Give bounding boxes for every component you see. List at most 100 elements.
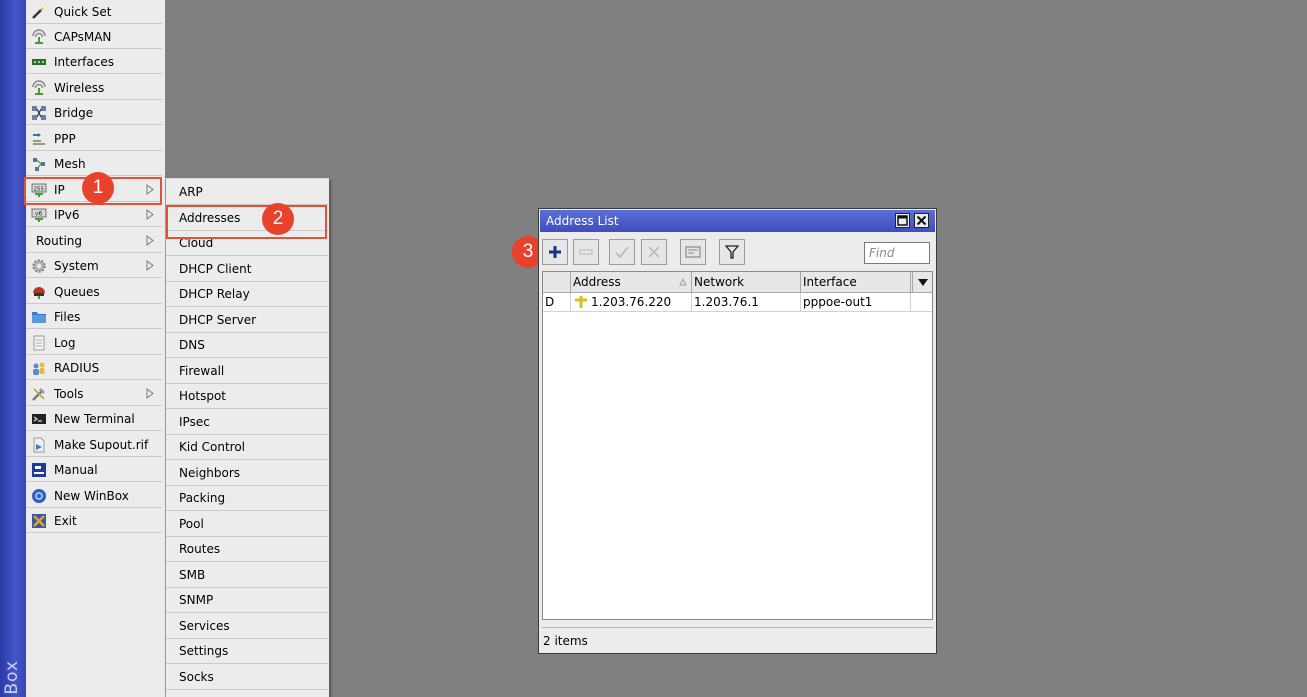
submenu-item-addresses[interactable]: Addresses	[166, 206, 328, 231]
submenu-item-dhcp-relay[interactable]: DHCP Relay	[166, 282, 328, 307]
find-input[interactable]	[864, 242, 930, 264]
menu-item-wireless[interactable]: Wireless	[26, 76, 162, 100]
table-row[interactable]: D 1.203.76.220 1.203.76.1 pppoe-out1	[543, 293, 932, 312]
submenu-item-settings[interactable]: Settings	[166, 639, 328, 664]
menu-item-label: PPP	[54, 131, 76, 146]
bridge-icon	[30, 105, 48, 121]
menu-item-label: Wireless	[54, 80, 105, 95]
submenu-item-firewall[interactable]: Firewall	[166, 359, 328, 384]
folder-icon	[30, 309, 48, 325]
submenu-item-dns[interactable]: DNS	[166, 333, 328, 358]
submenu-arrow-icon	[146, 184, 154, 195]
wand-icon	[30, 4, 48, 20]
sort-ascending-icon	[679, 278, 687, 286]
log-icon	[30, 335, 48, 351]
submenu-arrow-icon	[146, 209, 154, 220]
table-header: Address Network Interface	[543, 272, 932, 293]
gear-icon	[30, 258, 48, 274]
menu-item-label: Mesh	[54, 156, 86, 171]
column-header-address[interactable]: Address	[571, 272, 692, 292]
submenu-item-pool[interactable]: Pool	[166, 512, 328, 537]
menu-item-label: Bridge	[54, 105, 94, 120]
terminal-icon	[30, 411, 48, 427]
row-interface: pppoe-out1	[801, 293, 911, 311]
plus-icon	[549, 246, 561, 258]
menu-item-label: Files	[54, 309, 81, 324]
interfaces-icon	[30, 54, 48, 70]
menu-item-radius[interactable]: RADIUS	[26, 356, 162, 380]
menu-item-files[interactable]: Files	[26, 305, 162, 329]
menu-item-new-winbox[interactable]: New WinBox	[26, 484, 162, 508]
submenu-item-smb[interactable]: SMB	[166, 563, 328, 588]
menu-item-label: Queues	[54, 284, 100, 299]
ip-submenu: ARP Addresses Cloud DHCP Client DHCP Rel…	[165, 178, 329, 697]
comment-button[interactable]	[680, 239, 706, 265]
filter-button[interactable]	[719, 239, 745, 265]
menu-item-interfaces[interactable]: Interfaces	[26, 50, 162, 74]
submenu-item-neighbors[interactable]: Neighbors	[166, 461, 328, 486]
menu-item-tools[interactable]: Tools	[26, 382, 162, 406]
menu-item-label: New Terminal	[54, 411, 135, 426]
submenu-item-cloud[interactable]: Cloud	[166, 231, 328, 256]
submenu-arrow-icon	[146, 388, 154, 399]
disable-button[interactable]	[641, 239, 667, 265]
enable-button[interactable]	[609, 239, 635, 265]
submenu-item-snmp[interactable]: SNMP	[166, 588, 328, 613]
menu-item-label: Make Supout.rif	[54, 437, 149, 452]
menu-item-capsman[interactable]: CAPsMAN	[26, 25, 162, 49]
remove-button[interactable]	[573, 239, 599, 265]
submenu-item-packing[interactable]: Packing	[166, 486, 328, 511]
manual-icon	[30, 462, 48, 478]
menu-item-quick-set[interactable]: Quick Set	[26, 0, 162, 24]
close-icon	[916, 215, 927, 226]
main-menu: Quick Set CAPsMAN Interfaces Wireless Br…	[26, 0, 165, 697]
submenu-item-dhcp-client[interactable]: DHCP Client	[166, 257, 328, 282]
svg-text:v6: v6	[35, 210, 43, 217]
menu-item-label: Manual	[54, 462, 98, 477]
menu-item-queues[interactable]: Queues	[26, 280, 162, 304]
row-network: 1.203.76.1	[692, 293, 801, 311]
menu-item-system[interactable]: System	[26, 254, 162, 278]
submenu-item-socks[interactable]: Socks	[166, 665, 328, 690]
add-button[interactable]	[542, 239, 568, 265]
ip-icon: 255	[30, 182, 48, 198]
menu-item-label: Interfaces	[54, 54, 114, 69]
maximize-button[interactable]	[895, 213, 910, 228]
close-button[interactable]	[914, 213, 929, 228]
submenu-item-dhcp-server[interactable]: DHCP Server	[166, 308, 328, 333]
menu-item-ipv6[interactable]: v6 IPv6	[26, 203, 162, 227]
menu-item-label: Log	[54, 335, 76, 350]
brand-text: Box	[2, 660, 22, 695]
menu-item-routing[interactable]: Routing	[26, 229, 162, 253]
menu-item-label: System	[54, 258, 99, 273]
submenu-item-hotspot[interactable]: Hotspot	[166, 384, 328, 409]
submenu-item-arp[interactable]: ARP	[166, 180, 328, 205]
column-chooser-button[interactable]	[912, 272, 932, 292]
menu-item-bridge[interactable]: Bridge	[26, 101, 162, 125]
menu-item-label: IPv6	[54, 207, 80, 222]
menu-item-ppp[interactable]: PPP	[26, 127, 162, 151]
mesh-icon	[30, 156, 48, 172]
status-separator	[542, 627, 933, 628]
menu-item-manual[interactable]: Manual	[26, 458, 162, 482]
column-header-network[interactable]: Network	[692, 272, 801, 292]
column-header-flag[interactable]	[543, 272, 571, 292]
address-plus-icon	[573, 295, 589, 309]
menu-item-new-terminal[interactable]: New Terminal	[26, 407, 162, 431]
menu-item-make-supout[interactable]: Make Supout.rif	[26, 433, 162, 457]
submenu-arrow-icon	[146, 235, 154, 246]
menu-item-log[interactable]: Log	[26, 331, 162, 355]
menu-item-exit[interactable]: Exit	[26, 509, 162, 533]
column-header-interface[interactable]: Interface	[801, 272, 911, 292]
queues-icon	[30, 284, 48, 300]
submenu-item-routes[interactable]: Routes	[166, 537, 328, 562]
ppp-icon	[30, 131, 48, 147]
dropdown-arrow-icon	[917, 278, 928, 286]
submenu-item-services[interactable]: Services	[166, 614, 328, 639]
menu-item-label: Quick Set	[54, 4, 112, 19]
window-title-bar[interactable]: Address List	[540, 210, 935, 232]
minus-icon	[579, 249, 593, 255]
submenu-item-kid-control[interactable]: Kid Control	[166, 435, 328, 460]
status-item-count: 2 items	[543, 634, 588, 648]
submenu-item-ipsec[interactable]: IPsec	[166, 410, 328, 435]
